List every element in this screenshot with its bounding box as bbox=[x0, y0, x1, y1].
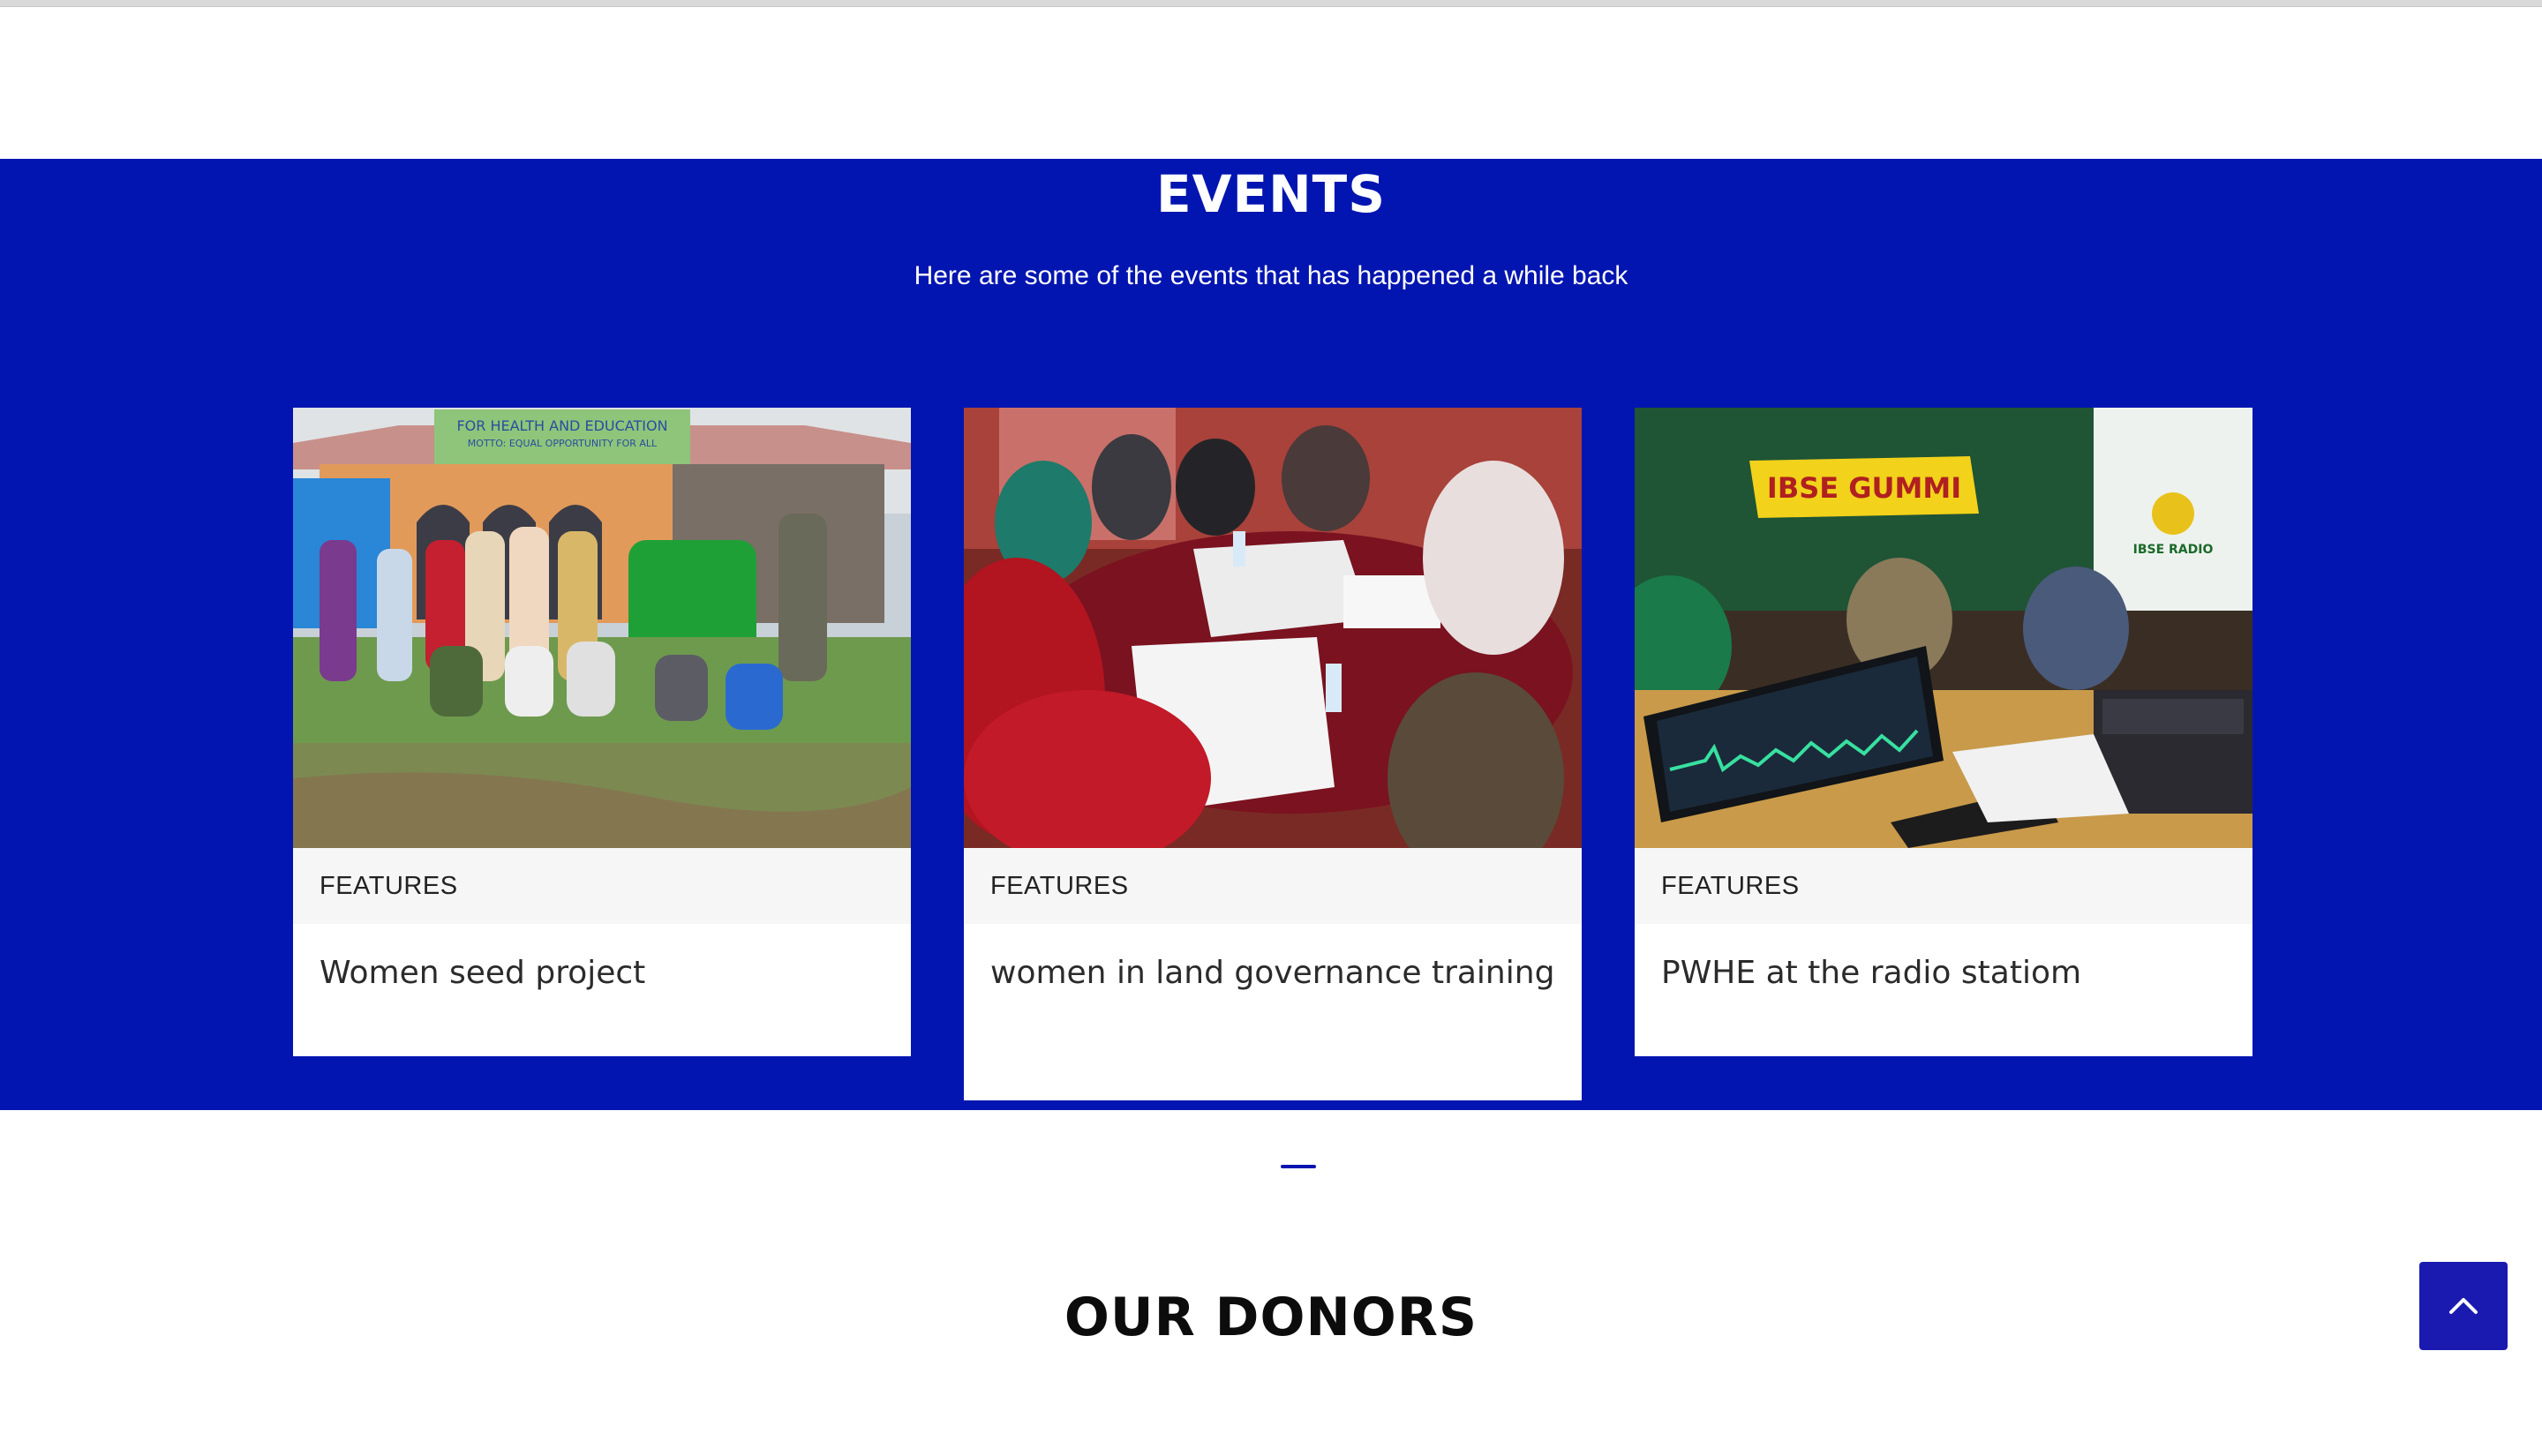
header-divider bbox=[0, 0, 2542, 7]
motto-text: MOTTO: EQUAL OPPORTUNITY FOR ALL bbox=[468, 438, 658, 449]
event-title[interactable]: PWHE at the radio statiom bbox=[1635, 924, 2252, 995]
chevron-up-icon bbox=[2449, 1298, 2478, 1314]
event-category: FEATURES bbox=[293, 848, 911, 924]
event-title[interactable]: women in land governance training bbox=[964, 924, 1582, 995]
event-title[interactable]: Women seed project bbox=[293, 924, 911, 995]
sign-text: FOR HEALTH AND EDUCATION bbox=[456, 417, 667, 434]
events-subtitle: Here are some of the events that has hap… bbox=[914, 261, 1628, 290]
event-category: FEATURES bbox=[1635, 848, 2252, 924]
event-category: FEATURES bbox=[964, 848, 1582, 924]
event-card-land-governance[interactable]: FEATURES women in land governance traini… bbox=[964, 408, 1582, 1100]
donors-title: OUR DONORS bbox=[1064, 1287, 1478, 1348]
event-card-radio-station[interactable]: IBSE GUMMI IBSE RADIO FEATURES PWHE at t… bbox=[1635, 408, 2252, 1056]
event-image-women-seed-project[interactable]: FOR HEALTH AND EDUCATION MOTTO: EQUAL OP… bbox=[293, 408, 911, 848]
carousel-indicator[interactable] bbox=[1281, 1165, 1316, 1168]
scroll-to-top-button[interactable] bbox=[2419, 1262, 2508, 1350]
events-title: EVENTS bbox=[1155, 164, 1386, 224]
radio-logo-text: IBSE RADIO bbox=[2133, 543, 2214, 557]
event-image-land-governance[interactable] bbox=[964, 408, 1582, 848]
event-image-radio-station[interactable]: IBSE GUMMI IBSE RADIO bbox=[1635, 408, 2252, 848]
event-card-women-seed-project[interactable]: FOR HEALTH AND EDUCATION MOTTO: EQUAL OP… bbox=[293, 408, 911, 1056]
banner-text: IBSE GUMMI bbox=[1767, 471, 1961, 505]
